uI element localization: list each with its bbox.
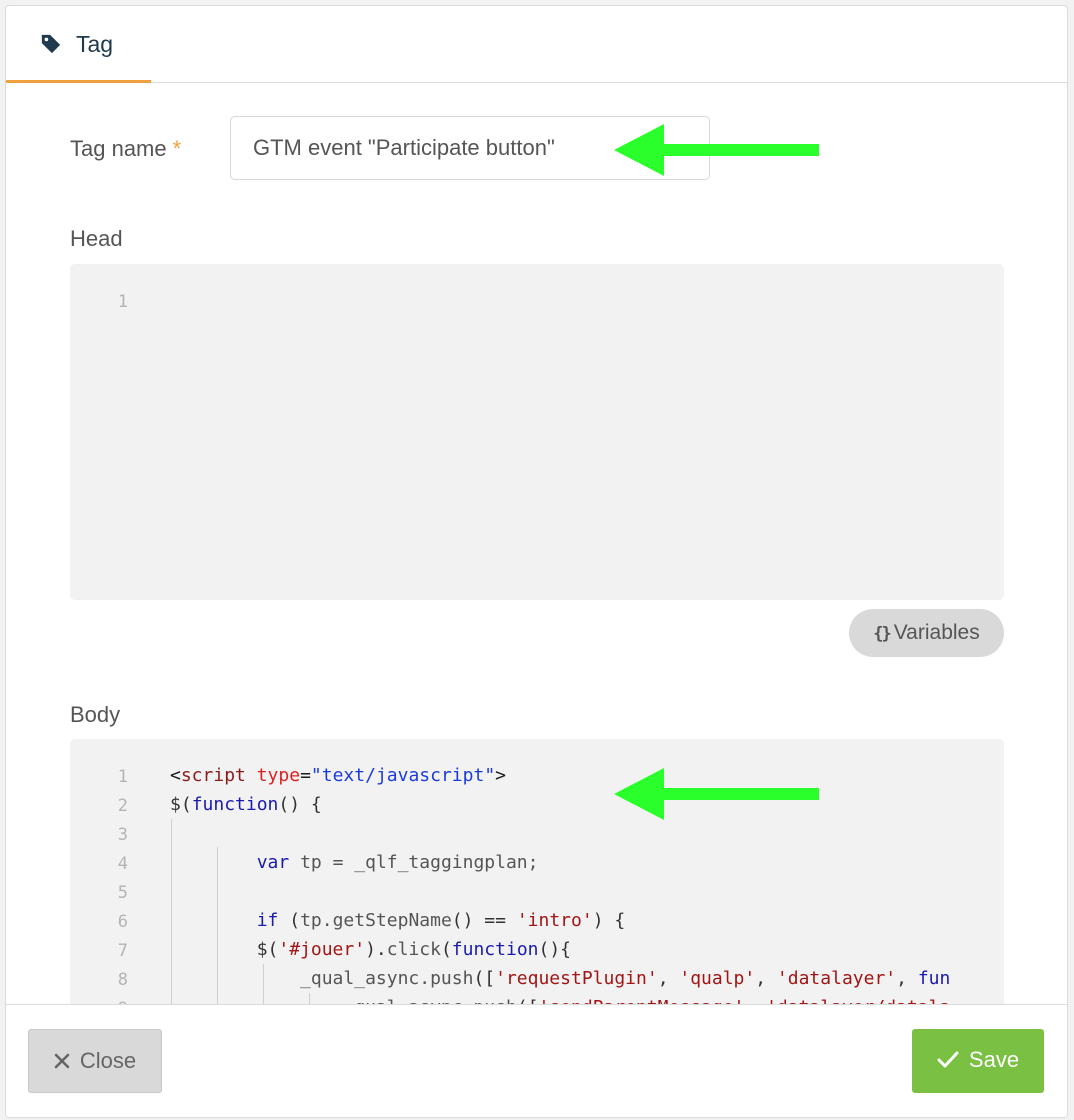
line-number: 2 xyxy=(117,796,128,816)
save-button[interactable]: Save xyxy=(912,1029,1044,1093)
head-label: Head xyxy=(70,226,123,251)
head-code-editor[interactable]: 1 xyxy=(70,264,1004,600)
checkmark-icon xyxy=(937,1051,959,1068)
curly-braces-icon: {} xyxy=(873,624,892,644)
code-line: if (tp.getStepName() == 'intro') { xyxy=(256,910,626,931)
required-mark: * xyxy=(172,136,182,161)
code-line: $(function() { xyxy=(170,794,322,815)
tag-name-label: Tag name * xyxy=(70,136,182,161)
line-number: 3 xyxy=(117,825,128,845)
tab-tag[interactable]: Tag xyxy=(6,6,151,83)
code-line: var tp = _qlf_taggingplan; xyxy=(256,852,539,873)
body-label: Body xyxy=(70,702,121,727)
line-number: 6 xyxy=(117,912,128,932)
tab-label: Tag xyxy=(76,31,114,57)
tab-bar: Tag xyxy=(6,6,1067,83)
annotation-arrow-name xyxy=(614,124,819,176)
variables-button[interactable]: {} Variables xyxy=(849,609,1004,657)
code-line: _qual_async.push(['requestPlugin', 'qual… xyxy=(300,968,951,989)
line-number: 8 xyxy=(117,970,128,990)
code-line: $('#jouer').click(function(){ xyxy=(170,939,572,960)
modal-footer: Close Save xyxy=(6,1004,1067,1117)
line-number: 5 xyxy=(117,883,128,903)
line-number: 7 xyxy=(117,941,128,961)
tag-icon xyxy=(41,34,61,54)
code-line: <script type="text/javascript"> xyxy=(170,765,506,786)
line-number: 4 xyxy=(117,854,128,874)
close-button[interactable]: Close xyxy=(28,1029,162,1093)
line-number: 1 xyxy=(117,292,128,312)
body-code-editor[interactable]: 1 2 3 4 5 6 7 8 9 <script type="text/jav… xyxy=(70,739,1004,1009)
close-icon xyxy=(54,1053,70,1068)
line-number: 1 xyxy=(117,767,128,787)
tag-editor-modal: Tag Tag name* Head 1 {}Variables Body 1 … xyxy=(5,5,1068,1118)
annotation-arrow-body xyxy=(614,768,819,820)
